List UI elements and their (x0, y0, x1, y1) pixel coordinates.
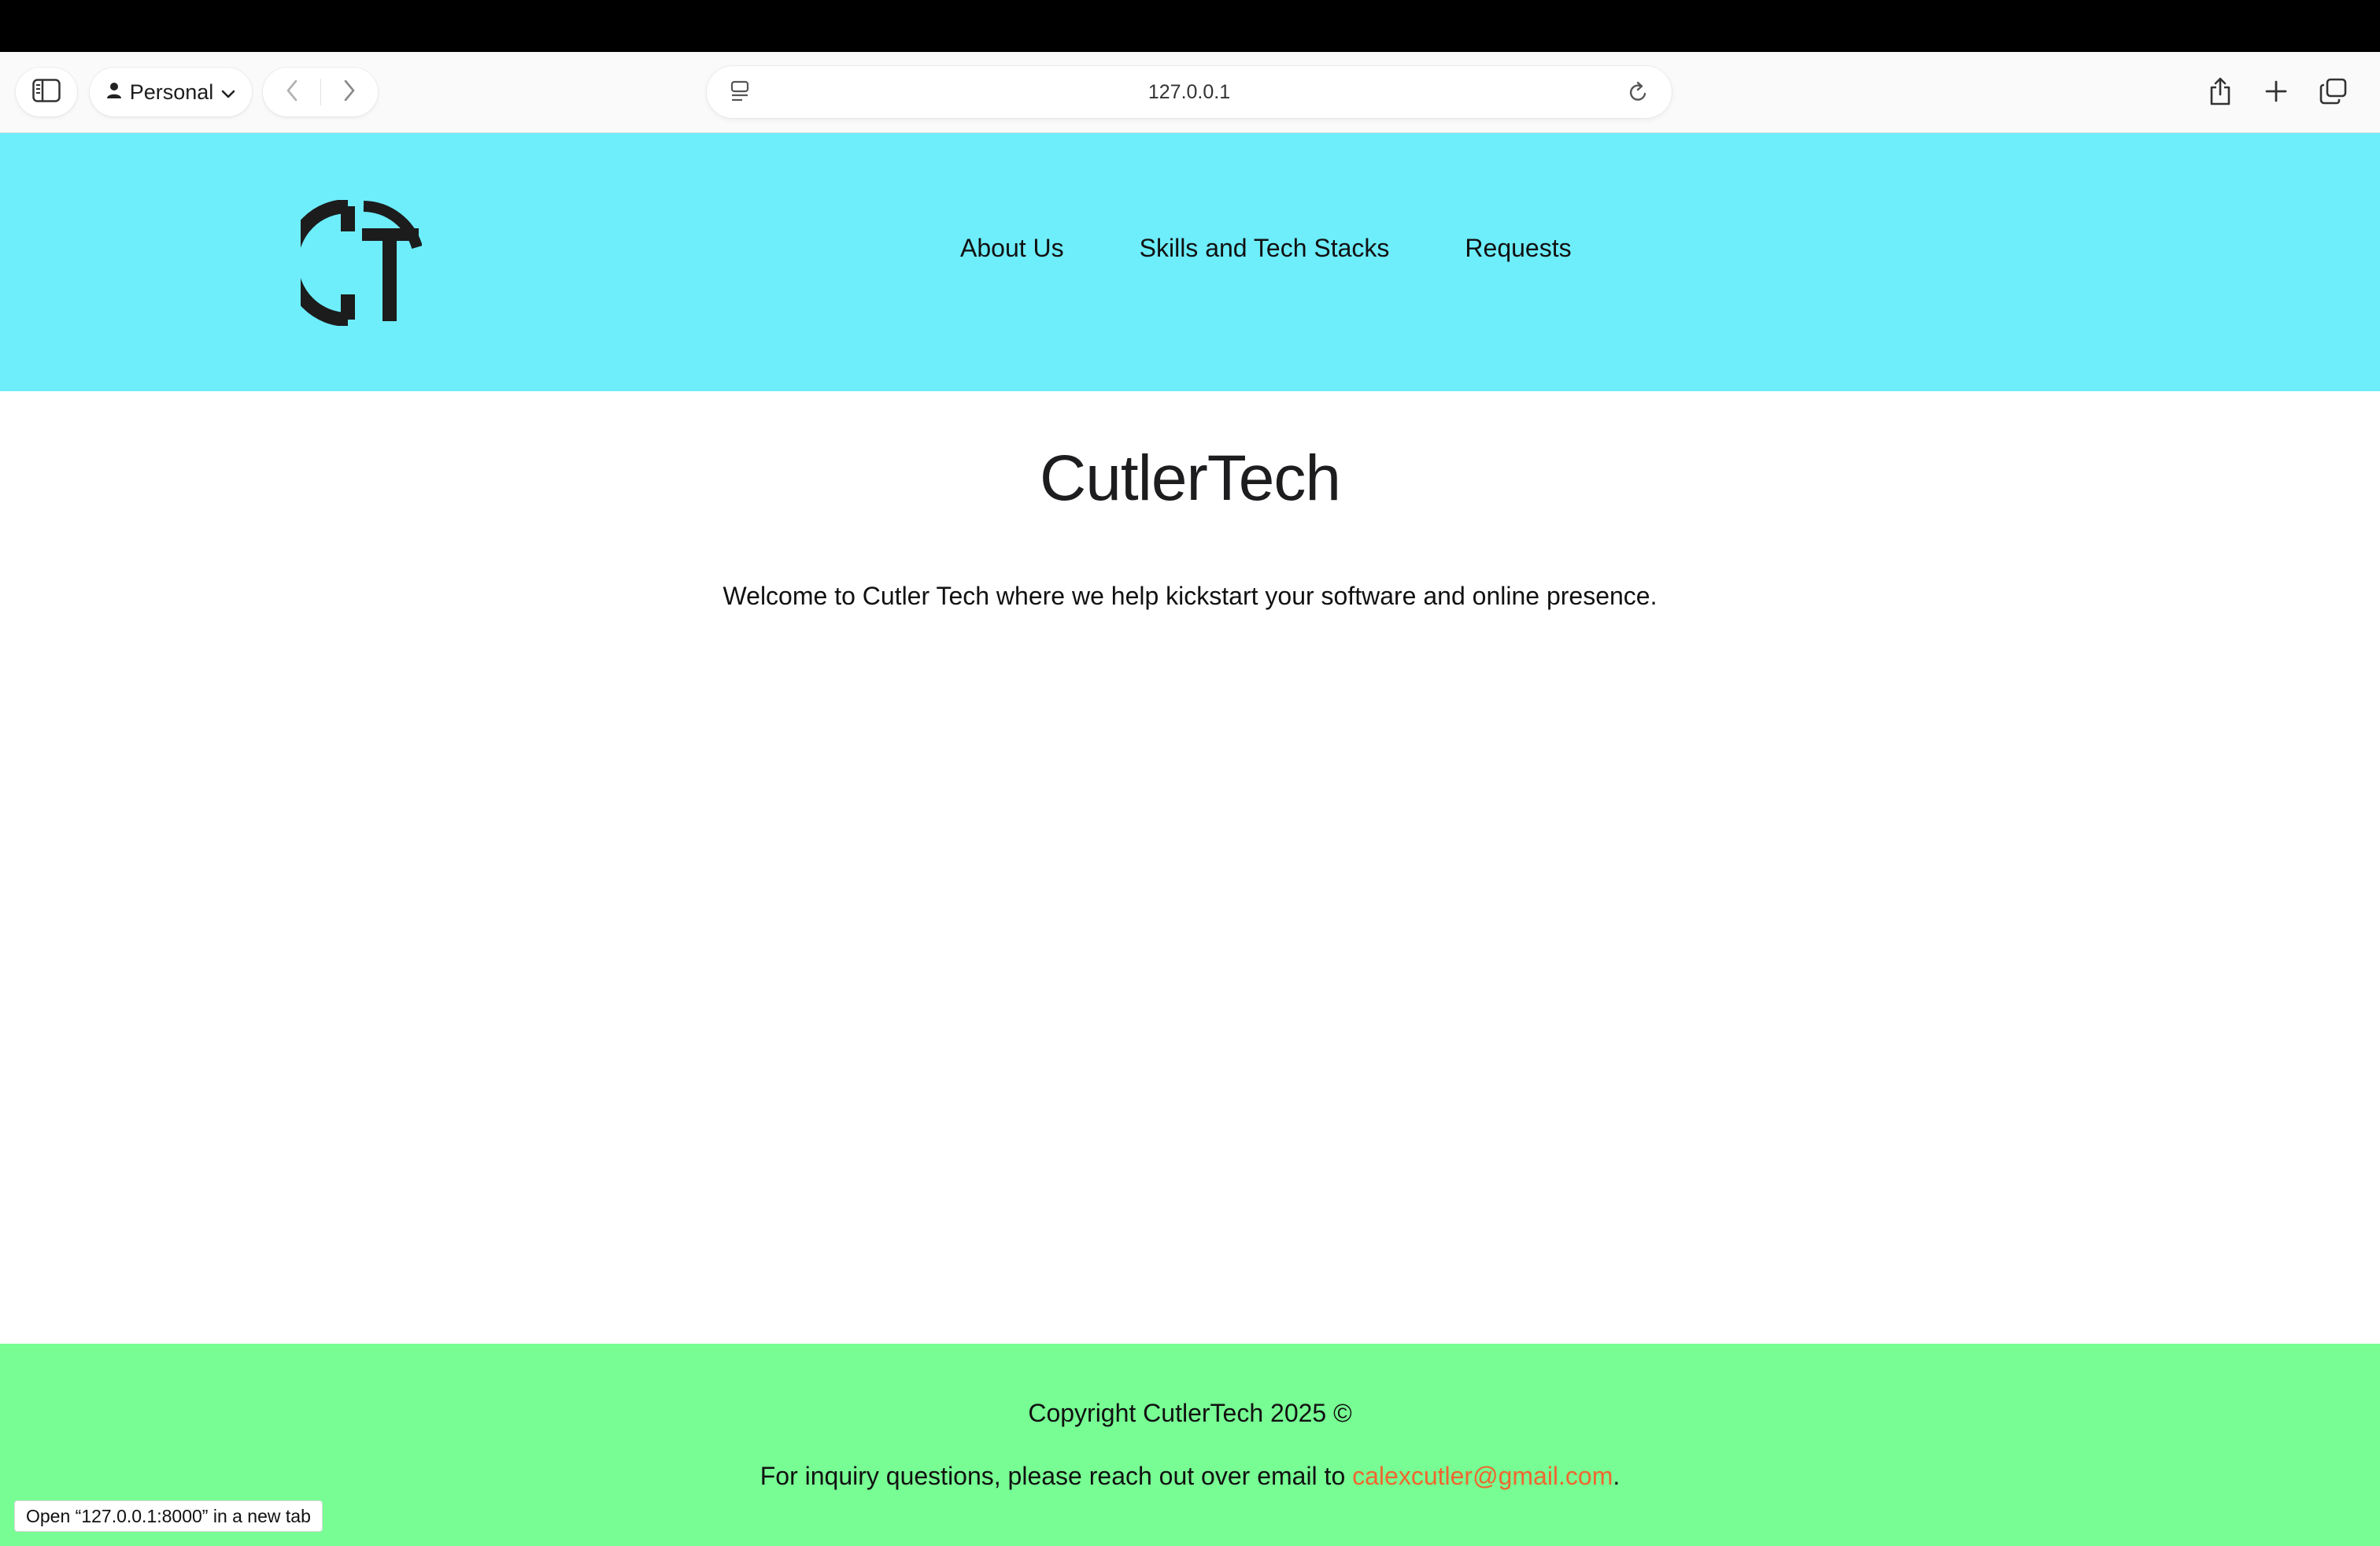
nav-link-requests[interactable]: Requests (1465, 234, 1571, 263)
profile-label: Personal (129, 80, 214, 104)
inquiry-prefix: For inquiry questions, please reach out … (759, 1462, 1353, 1490)
reload-icon[interactable] (1628, 80, 1650, 108)
back-button[interactable] (264, 68, 320, 117)
new-tab-button[interactable] (2261, 78, 2291, 108)
share-icon (2208, 76, 2232, 110)
sidebar-icon (32, 78, 61, 106)
welcome-text: Welcome to Cutler Tech where we help kic… (722, 582, 1658, 610)
site-header: About Us Skills and Tech Stacks Requests (0, 133, 2380, 391)
site-footer: Copyright CutlerTech 2025 © For inquiry … (0, 1344, 2380, 1546)
chevron-down-icon (221, 80, 235, 105)
sidebar-toggle-button[interactable] (16, 68, 77, 117)
main-nav: About Us Skills and Tech Stacks Requests (960, 234, 1572, 263)
history-nav-group (263, 68, 378, 117)
nav-link-about-us[interactable]: About Us (960, 234, 1064, 263)
ct-logo[interactable] (284, 199, 423, 327)
link-status-tooltip: Open “127.0.0.1:8000” in a new tab (14, 1500, 323, 1532)
inquiry-suffix: . (1613, 1462, 1621, 1490)
profile-menu-button[interactable]: Personal (90, 68, 252, 117)
main-content: CutlerTech Welcome to Cutler Tech where … (0, 391, 2380, 1344)
page-title: CutlerTech (1040, 442, 1341, 514)
address-bar[interactable]: 127.0.0.1 (707, 66, 1672, 118)
browser-toolbar: Personal 127.0.0.1 (0, 52, 2380, 133)
copyright-text: Copyright CutlerTech 2025 © (1028, 1399, 1352, 1427)
forward-button[interactable] (321, 68, 378, 117)
new-tab-icon (2264, 80, 2288, 107)
share-button[interactable] (2205, 76, 2235, 110)
tab-overview-icon (2319, 78, 2348, 109)
nav-link-skills[interactable]: Skills and Tech Stacks (1140, 234, 1390, 263)
system-menubar (0, 0, 2380, 52)
person-icon (106, 80, 122, 105)
url-text[interactable]: 127.0.0.1 (707, 66, 1672, 118)
forward-icon (343, 80, 356, 105)
tab-overview-button[interactable] (2319, 78, 2349, 108)
email-link[interactable]: calexcutler@gmail.com (1352, 1462, 1613, 1490)
inquiry-text: For inquiry questions, please reach out … (0, 1462, 2380, 1491)
back-icon (286, 80, 298, 105)
